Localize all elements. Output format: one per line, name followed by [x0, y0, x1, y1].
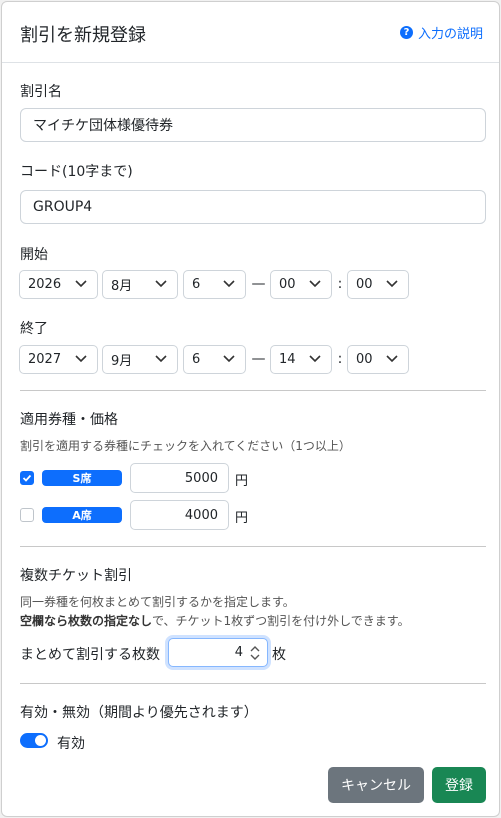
end-year-value: 2027 — [28, 352, 62, 367]
currency-label: 円 — [235, 511, 249, 526]
multi-description-bold: 空欄なら枚数の指定なし — [20, 614, 153, 628]
modal-header: 割引を新規登録 ? 入力の説明 — [2, 2, 499, 63]
multi-description-rest: で、チケット1枚ずつ割引を付け外しできます。 — [152, 614, 410, 628]
toggle-knob — [35, 735, 46, 746]
help-link[interactable]: ? 入力の説明 — [399, 23, 483, 42]
start-month-value: 8月 — [111, 279, 133, 294]
time-colon: : — [337, 276, 343, 292]
end-day-value: 6 — [192, 352, 201, 367]
chevron-down-icon — [309, 280, 321, 288]
ticket-badge-s: S席 — [42, 470, 122, 486]
chevron-down-icon — [223, 280, 235, 288]
end-hour-select[interactable]: 14 — [270, 345, 332, 374]
start-minute-value: 00 — [356, 277, 373, 292]
count-label: まとめて割引する枚数 — [20, 647, 160, 663]
name-label: 割引名 — [20, 84, 62, 100]
chevron-down-icon — [75, 355, 87, 363]
range-dash: — — [251, 351, 266, 367]
end-hour-value: 14 — [279, 352, 296, 367]
count-value: 4 — [234, 645, 243, 660]
chevron-down-icon — [309, 355, 321, 363]
discount-modal: 割引を新規登録 ? 入力の説明 割引名 マイチケ団体様優待券 コード(10字まで… — [1, 1, 500, 817]
chevron-down-icon — [155, 280, 167, 288]
active-title: 有効・無効（期間より優先されます） — [20, 705, 258, 721]
end-label: 終了 — [20, 321, 48, 337]
start-day-select[interactable]: 6 — [183, 270, 246, 299]
start-day-value: 6 — [192, 277, 201, 292]
ticket-badge-a: A席 — [42, 507, 122, 523]
ticket-price-input-s[interactable]: 5000 — [130, 463, 229, 493]
end-day-select[interactable]: 6 — [183, 345, 246, 374]
ticket-checkbox-a[interactable] — [20, 508, 34, 522]
chevron-down-icon — [75, 280, 87, 288]
name-input[interactable]: マイチケ団体様優待券 — [20, 108, 486, 142]
end-minute-select[interactable]: 00 — [347, 345, 409, 374]
end-month-select[interactable]: 9月 — [102, 345, 178, 374]
active-toggle-label: 有効 — [57, 736, 85, 752]
start-hour-value: 00 — [279, 277, 296, 292]
help-icon: ? — [399, 26, 413, 39]
count-unit: 枚 — [272, 647, 286, 663]
divider — [20, 683, 486, 684]
start-year-value: 2026 — [28, 277, 62, 292]
spinner-arrows-icon[interactable] — [250, 645, 260, 661]
ticket-checkbox-s[interactable] — [20, 471, 34, 485]
submit-button[interactable]: 登録 — [432, 767, 486, 803]
check-icon — [22, 474, 32, 482]
ticket-price-input-a[interactable]: 4000 — [130, 500, 229, 530]
multi-title: 複数チケット割引 — [20, 568, 132, 584]
start-month-select[interactable]: 8月 — [102, 270, 178, 299]
count-input[interactable]: 4 — [168, 638, 268, 667]
ticket-types-description: 割引を適用する券種にチェックを入れてください（1つ以上） — [20, 439, 351, 453]
end-minute-value: 00 — [356, 352, 373, 367]
start-label: 開始 — [20, 247, 48, 263]
modal-title: 割引を新規登録 — [20, 25, 146, 46]
code-input[interactable]: GROUP4 — [20, 190, 486, 224]
chevron-down-icon — [155, 355, 167, 363]
multi-description-1: 同一券種を何枚まとめて割引するかを指定します。 — [20, 595, 295, 609]
active-toggle[interactable] — [20, 733, 48, 748]
time-colon: : — [337, 351, 343, 367]
chevron-down-icon — [386, 355, 398, 363]
divider — [20, 546, 486, 547]
help-link-label: 入力の説明 — [417, 27, 483, 42]
chevron-down-icon — [223, 355, 235, 363]
start-year-select[interactable]: 2026 — [19, 270, 98, 299]
divider — [20, 390, 486, 391]
ticket-types-title: 適用券種・価格 — [20, 412, 118, 428]
cancel-button[interactable]: キャンセル — [328, 767, 424, 803]
end-month-value: 9月 — [111, 354, 133, 369]
code-label: コード(10字まで) — [20, 164, 133, 180]
start-hour-select[interactable]: 00 — [270, 270, 332, 299]
chevron-down-icon — [386, 280, 398, 288]
range-dash: — — [251, 276, 266, 292]
end-year-select[interactable]: 2027 — [19, 345, 98, 374]
multi-description-2: 空欄なら枚数の指定なしで、チケット1枚ずつ割引を付け外しできます。 — [20, 612, 410, 629]
currency-label: 円 — [235, 474, 249, 489]
start-minute-select[interactable]: 00 — [347, 270, 409, 299]
